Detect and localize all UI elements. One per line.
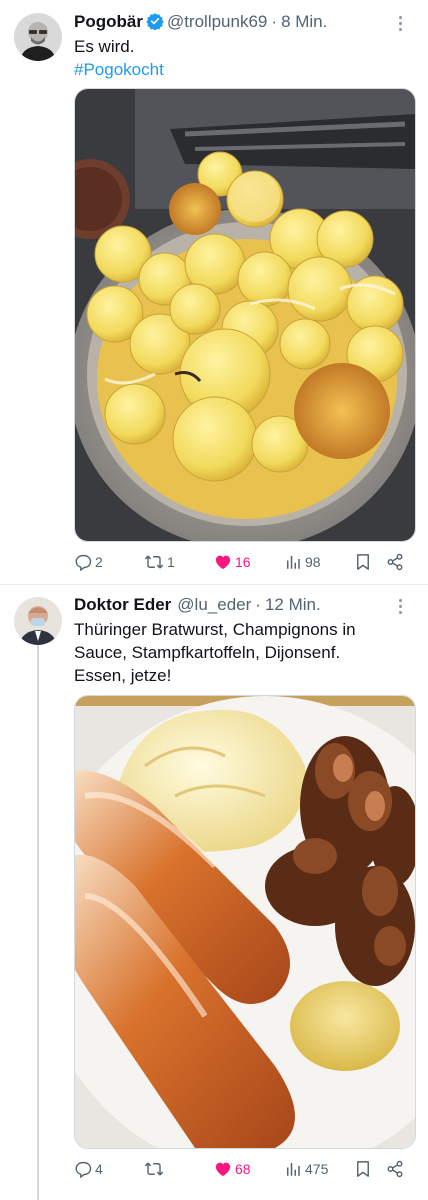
- bratwurst-plate-photo: [75, 696, 415, 1148]
- thread-line: [37, 645, 39, 1200]
- verified-badge-icon: [146, 12, 164, 36]
- tweet-actions: 4 68 475: [74, 1157, 414, 1181]
- tweet-photo[interactable]: [74, 695, 416, 1149]
- reply-button[interactable]: 4: [74, 1160, 144, 1178]
- analytics-icon: [287, 556, 300, 569]
- reply-count: 4: [95, 1161, 103, 1177]
- bookmark-icon: [357, 1161, 369, 1177]
- separator: ·: [271, 12, 278, 31]
- like-count: 16: [235, 554, 251, 570]
- tweet-text-line: Essen, jetze!: [74, 666, 172, 685]
- tweet-header: Pogobär @trollpunk69 · 8 Min.: [74, 11, 398, 36]
- tweet-text-line: Thüringer Bratwurst, Champignons in: [74, 620, 356, 639]
- tweet-text-line: Es wird.: [74, 37, 135, 56]
- hashtag-link[interactable]: #Pogokocht: [74, 58, 414, 81]
- timestamp[interactable]: 12 Min.: [265, 595, 321, 614]
- views-count: 475: [305, 1161, 329, 1177]
- timestamp[interactable]: 8 Min.: [281, 12, 327, 31]
- tweet-1[interactable]: Pogobär @trollpunk69 · 8 Min. Es wird. #Pog…: [0, 0, 428, 585]
- retweet-button[interactable]: [144, 1160, 214, 1178]
- like-button[interactable]: 16: [214, 553, 284, 571]
- retweet-icon: [144, 1162, 164, 1176]
- share-icon: [387, 1160, 403, 1178]
- more-options-icon[interactable]: [390, 13, 410, 33]
- retweet-button[interactable]: 1: [144, 553, 214, 571]
- tweet-2[interactable]: Doktor Eder @lu_eder · 12 Min. Thüringer Br…: [0, 585, 428, 1200]
- heart-icon: [215, 1162, 231, 1177]
- tweet-header: Doktor Eder @lu_eder · 12 Min.: [74, 594, 398, 616]
- retweet-icon: [144, 555, 164, 569]
- views-button[interactable]: 475: [284, 1160, 354, 1178]
- share-button[interactable]: [386, 1160, 406, 1178]
- views-button[interactable]: 98: [284, 553, 354, 571]
- share-button[interactable]: [386, 553, 406, 571]
- reply-icon: [75, 554, 92, 571]
- avatar[interactable]: [14, 597, 62, 645]
- author-name[interactable]: Doktor Eder: [74, 595, 171, 614]
- analytics-icon: [287, 1163, 300, 1176]
- like-button[interactable]: 68: [214, 1160, 284, 1178]
- tweet-text: Es wird. #Pogokocht: [74, 35, 414, 81]
- avatar[interactable]: [14, 13, 62, 61]
- fried-potatoes-photo: [75, 89, 415, 541]
- bookmark-button[interactable]: [354, 553, 386, 571]
- tweet-actions: 2 1 16 98: [74, 550, 414, 574]
- share-icon: [387, 553, 403, 571]
- reply-button[interactable]: 2: [74, 553, 144, 571]
- author-handle[interactable]: @trollpunk69: [167, 12, 267, 31]
- heart-icon: [215, 555, 231, 570]
- bookmark-button[interactable]: [354, 1160, 386, 1178]
- author-handle[interactable]: @lu_eder: [177, 595, 251, 614]
- reply-icon: [75, 1161, 92, 1178]
- tweet-text-line: Sauce, Stampfkartoffeln, Dijonsenf.: [74, 643, 341, 662]
- author-name[interactable]: Pogobär: [74, 12, 143, 31]
- views-count: 98: [305, 554, 321, 570]
- separator: ·: [255, 595, 261, 614]
- tweet-photo[interactable]: [74, 88, 416, 542]
- retweet-count: 1: [167, 554, 175, 570]
- like-count: 68: [235, 1161, 251, 1177]
- more-options-icon[interactable]: [390, 596, 410, 616]
- tweet-text: Thüringer Bratwurst, Champignons in Sauc…: [74, 618, 414, 687]
- bookmark-icon: [357, 554, 369, 570]
- reply-count: 2: [95, 554, 103, 570]
